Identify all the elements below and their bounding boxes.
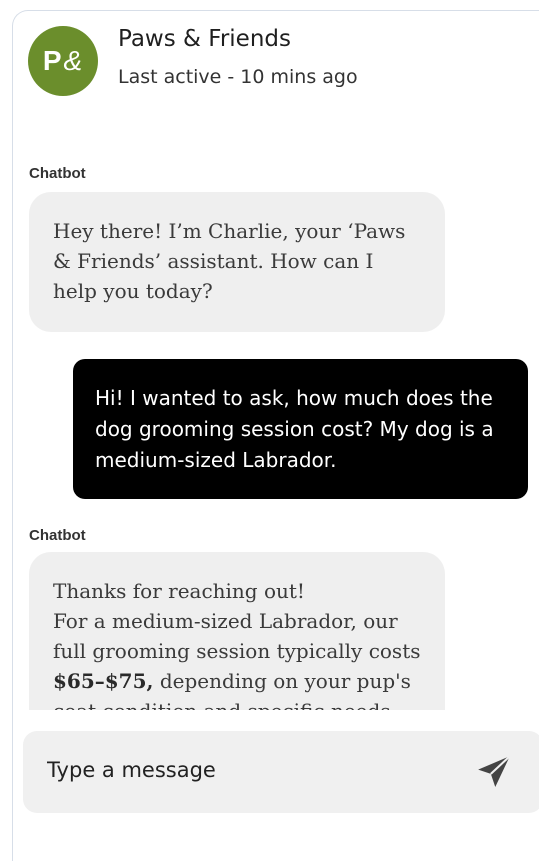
chat-title: Paws & Friends bbox=[118, 26, 291, 52]
chat-header: P & Paws & Friends Last active - 10 mins … bbox=[28, 26, 528, 116]
user-message-bubble: Hi! I wanted to ask, how much does the d… bbox=[73, 359, 528, 499]
message-text-line: Thanks for reaching out! bbox=[53, 579, 305, 603]
message-text-segment: For a medium-sized Labrador, our full gr… bbox=[53, 609, 421, 663]
message-composer bbox=[23, 731, 539, 813]
avatar: P & bbox=[28, 26, 98, 96]
avatar-initials: P bbox=[42, 45, 63, 76]
send-button[interactable] bbox=[471, 749, 517, 795]
paper-plane-icon bbox=[478, 755, 511, 788]
last-active-status: Last active - 10 mins ago bbox=[118, 66, 358, 88]
price-highlight: $65–$75, bbox=[53, 669, 154, 693]
message-text: Hey there! I’m Charlie, your ‘Paws & Fri… bbox=[53, 219, 406, 303]
bot-message-bubble: Hey there! I’m Charlie, your ‘Paws & Fri… bbox=[29, 192, 445, 332]
bot-message-bubble: Thanks for reaching out! For a medium-si… bbox=[29, 552, 445, 710]
message-input[interactable] bbox=[45, 757, 429, 783]
sender-label: Chatbot bbox=[29, 165, 86, 182]
message-text: Hi! I wanted to ask, how much does the d… bbox=[95, 386, 494, 472]
avatar-amp: & bbox=[63, 45, 84, 76]
sender-label: Chatbot bbox=[29, 527, 86, 544]
message-text: For a medium-sized Labrador, our full gr… bbox=[53, 606, 421, 710]
